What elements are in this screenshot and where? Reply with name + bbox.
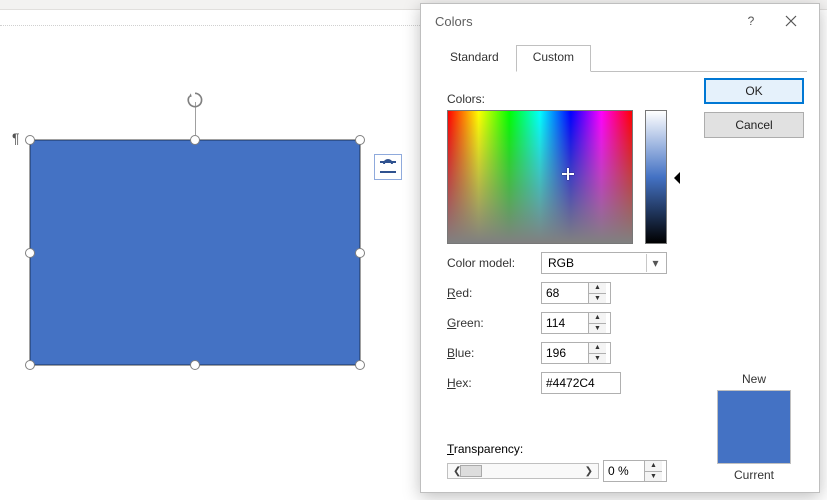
shape-rectangle[interactable] <box>30 140 360 365</box>
green-field[interactable] <box>542 313 588 333</box>
resize-handle-nw[interactable] <box>25 135 35 145</box>
hex-label: Hex: <box>447 376 535 390</box>
luminance-arrow-icon[interactable] <box>668 172 680 184</box>
green-spin-down[interactable]: ▼ <box>589 324 606 334</box>
green-input[interactable]: ▲▼ <box>541 312 611 334</box>
transparency-slider[interactable]: ❮ ❯ <box>447 463 599 479</box>
blue-label: Blue: <box>447 346 535 360</box>
colors-label: Colors: <box>447 92 687 106</box>
color-model-select[interactable]: RGB ▾ <box>541 252 667 274</box>
transparency-label: Transparency: <box>447 442 667 456</box>
current-label: Current <box>703 468 805 482</box>
transparency-spin-up[interactable]: ▲ <box>645 461 662 472</box>
color-preview-swatch <box>717 390 791 464</box>
color-field-cursor <box>562 168 574 180</box>
blue-field[interactable] <box>542 343 588 363</box>
rotate-handle[interactable] <box>185 90 205 110</box>
slider-arrow-right-icon[interactable]: ❯ <box>585 466 593 477</box>
resize-handle-se[interactable] <box>355 360 365 370</box>
transparency-thumb[interactable] <box>460 465 482 477</box>
color-model-label: Color model: <box>447 256 535 270</box>
red-spin-down[interactable]: ▼ <box>589 294 606 304</box>
green-label: Green: <box>447 316 535 330</box>
dialog-title: Colors <box>435 14 731 29</box>
resize-handle-sw[interactable] <box>25 360 35 370</box>
red-field[interactable] <box>542 283 588 303</box>
resize-handle-n[interactable] <box>190 135 200 145</box>
blue-input[interactable]: ▲▼ <box>541 342 611 364</box>
paragraph-mark: ¶ <box>12 130 20 146</box>
red-label: Red: <box>447 286 535 300</box>
tab-strip: Standard Custom <box>433 44 807 72</box>
resize-handle-ne[interactable] <box>355 135 365 145</box>
selected-shape[interactable] <box>30 140 360 365</box>
slider-arrow-left-icon[interactable]: ❮ <box>453 466 461 477</box>
resize-handle-w[interactable] <box>25 248 35 258</box>
transparency-spin-down[interactable]: ▼ <box>645 472 662 482</box>
ruler <box>0 10 420 26</box>
document-canvas[interactable]: ¶ <box>0 10 420 500</box>
blue-spin-up[interactable]: ▲ <box>589 343 606 354</box>
resize-handle-e[interactable] <box>355 248 365 258</box>
resize-handle-s[interactable] <box>190 360 200 370</box>
transparency-input[interactable]: ▲▼ <box>603 460 667 482</box>
red-spin-up[interactable]: ▲ <box>589 283 606 294</box>
dialog-titlebar[interactable]: Colors ? <box>421 4 819 38</box>
swatch-current <box>718 427 790 463</box>
tab-standard[interactable]: Standard <box>433 45 516 72</box>
new-label: New <box>703 372 805 386</box>
cancel-button[interactable]: Cancel <box>704 112 804 138</box>
swatch-new <box>718 391 790 427</box>
luminance-slider[interactable] <box>645 110 667 244</box>
red-input[interactable]: ▲▼ <box>541 282 611 304</box>
tab-custom[interactable]: Custom <box>516 45 591 72</box>
help-button[interactable]: ? <box>731 7 771 35</box>
ok-button[interactable]: OK <box>704 78 804 104</box>
layout-options-button[interactable] <box>374 154 402 180</box>
transparency-field[interactable] <box>604 461 644 481</box>
close-button[interactable] <box>771 7 811 35</box>
color-model-value: RGB <box>548 256 574 270</box>
colors-dialog: Colors ? Standard Custom OK Cancel Color… <box>420 3 820 493</box>
green-spin-up[interactable]: ▲ <box>589 313 606 324</box>
chevron-down-icon: ▾ <box>646 254 664 272</box>
color-field[interactable] <box>447 110 633 244</box>
hex-input[interactable] <box>541 372 621 394</box>
blue-spin-down[interactable]: ▼ <box>589 354 606 364</box>
